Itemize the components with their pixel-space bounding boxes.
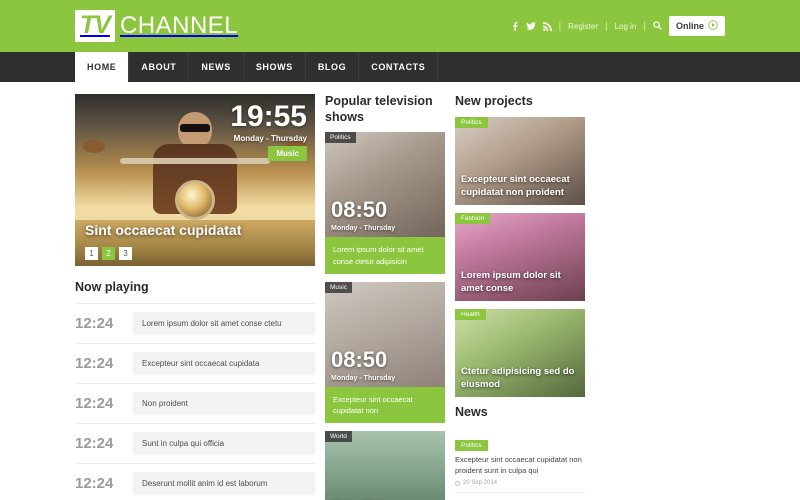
project-title: Lorem ipsum dolor sit amet conse [461, 270, 561, 294]
now-playing-title: Now playing [75, 280, 149, 294]
news-text: Excepteur sint occaecat cupidatat non pr… [455, 455, 582, 476]
main-navigation: HOME ABOUT NEWS SHOWS BLOG CONTACTS [0, 52, 800, 82]
now-playing-time: 12:24 [75, 474, 114, 492]
hero-time: 19:55 [230, 100, 307, 133]
project-card[interactable]: Politics Excepteur sint occaecat cupidata… [455, 116, 585, 205]
popular-show-time: 08:50 [331, 197, 388, 223]
now-playing-label: Non proident [133, 391, 315, 415]
nav-item-home[interactable]: HOME [75, 52, 130, 82]
new-projects-title: New projects [455, 94, 533, 108]
motorcycle-mirror-left [83, 140, 105, 153]
nav-item-news[interactable]: NEWS [189, 52, 244, 82]
facebook-icon[interactable] [511, 21, 519, 31]
project-card[interactable]: Health Ctetur adipisicing sed do eiusmod [455, 308, 585, 397]
news-title: News [455, 404, 488, 419]
news-category-badge: Politics [455, 440, 488, 452]
now-playing-row[interactable]: 12:24 Deserunt mollit anim id est laborum [75, 462, 315, 500]
online-button-label: Online [675, 21, 704, 31]
hero-page-2[interactable]: 2 [102, 247, 115, 260]
now-playing-time: 12:24 [75, 314, 114, 332]
news-date: 20 Sep 2014 [455, 480, 585, 486]
hero-category-badge: Music [268, 146, 307, 161]
popular-show-card[interactable]: Music 08:50 Monday - Thursday Excepteur sin… [325, 281, 445, 424]
hero-days: Monday - Thursday [233, 134, 307, 143]
now-playing-time: 12:24 [75, 354, 114, 372]
page-root: TV CHANNEL | Register | Log in | Online … [0, 0, 800, 500]
column-middle: Popular television shows Politics 08:50 Mo… [325, 94, 445, 500]
now-playing-row[interactable]: 12:24 Sunt in culpa qui officia [75, 422, 315, 463]
popular-show-card[interactable]: World08:50Monday - ThursdaySunt in culpa… [325, 431, 445, 500]
hero-page-1[interactable]: 1 [85, 247, 98, 260]
popular-show-thumbnail: Politics 08:50 Monday - Thursday [325, 132, 445, 238]
nav-item-shows[interactable]: SHOWS [244, 52, 306, 82]
now-playing-time: 12:24 [75, 434, 114, 452]
now-playing-time: 12:24 [75, 394, 114, 412]
column-left: 19:55 Monday - Thursday Music Sint occae… [75, 94, 315, 500]
popular-shows-list: Politics 08:50 Monday - Thursday Lorem ipsu… [325, 132, 445, 500]
header-separator-2: | [604, 20, 608, 32]
search-icon[interactable] [653, 17, 662, 35]
project-title: Ctetur adipisicing sed do eiusmod [461, 366, 575, 390]
project-title: Excepteur sint occaecat cupidatat non pr… [461, 174, 570, 198]
popular-show-category-badge: Music [325, 281, 352, 293]
popular-show-category-badge: World [325, 431, 352, 443]
clock-icon [455, 480, 460, 486]
news-item[interactable]: Politics Excepteur sint occaecat cupidata… [455, 427, 585, 492]
project-category-badge: Politics [455, 116, 488, 128]
header-separator-1: | [558, 20, 562, 32]
now-playing-row[interactable]: 12:24 Excepteur sint occaecat cupidata [75, 342, 315, 383]
site-header: TV CHANNEL | Register | Log in | Online [0, 0, 800, 52]
project-category-badge: Health [455, 308, 486, 320]
column-right: New projects Politics Excepteur sint occa… [455, 94, 585, 500]
news-list: Politics Excepteur sint occaecat cupidata… [455, 427, 585, 500]
news-date-text: 20 Sep 2014 [463, 480, 498, 486]
play-circle-icon [708, 20, 718, 32]
register-link[interactable]: Register [568, 22, 598, 31]
new-projects-list: Politics Excepteur sint occaecat cupidata… [455, 116, 585, 397]
popular-show-caption: Lorem ipsum dolor sit amet conse ctetur … [325, 237, 445, 274]
project-card[interactable]: Fashion Lorem ipsum dolor sit amet conse [455, 212, 585, 301]
hero-schedule: 19:55 Monday - Thursday [230, 100, 307, 144]
popular-show-category-badge: Politics [325, 132, 356, 144]
nav-item-blog[interactable]: BLOG [306, 52, 360, 82]
hero-title: Sint occaecat cupidatat [85, 222, 242, 238]
news-item[interactable]: Politics [455, 492, 585, 500]
motorcycle-handlebar [120, 158, 270, 164]
popular-show-days: Monday - Thursday [331, 374, 396, 382]
hero-slider[interactable]: 19:55 Monday - Thursday Music Sint occae… [75, 94, 315, 266]
popular-show-thumbnail: Music 08:50 Monday - Thursday [325, 281, 445, 387]
header-utilities: | Register | Log in | Online [511, 16, 725, 36]
site-logo[interactable]: TV CHANNEL [75, 10, 238, 42]
twitter-icon[interactable] [525, 21, 536, 31]
hero-page-3[interactable]: 3 [119, 247, 132, 260]
popular-shows-title: Popular television shows [325, 94, 433, 124]
now-playing-row[interactable]: 12:24 Non proident [75, 382, 315, 423]
logo-badge: TV [75, 10, 115, 42]
now-playing-row[interactable]: 12:24 Lorem ipsum dolor sit amet conse ct… [75, 302, 315, 343]
popular-show-caption: Excepteur sint occaecat cupidatat non [325, 386, 445, 424]
project-category-badge: Fashion [455, 212, 491, 224]
nav-item-contacts[interactable]: CONTACTS [359, 52, 439, 82]
now-playing-label: Lorem ipsum dolor sit amet conse ctetu [133, 311, 315, 335]
popular-show-card[interactable]: Politics 08:50 Monday - Thursday Lorem ipsu… [325, 132, 445, 274]
now-playing-label: Excepteur sint occaecat cupidata [133, 351, 315, 375]
motorcycle-headlight [175, 180, 215, 220]
logo-text: CHANNEL [119, 12, 239, 39]
popular-show-thumbnail: World08:50Monday - Thursday [325, 431, 445, 500]
now-playing-list: 12:24 Lorem ipsum dolor sit amet conse ct… [75, 302, 315, 500]
popular-show-time: 08:50 [331, 346, 388, 372]
online-button[interactable]: Online [668, 16, 725, 36]
rss-icon[interactable] [542, 21, 552, 31]
page-content: 19:55 Monday - Thursday Music Sint occae… [75, 82, 725, 500]
nav-item-about[interactable]: ABOUT [129, 52, 190, 82]
popular-show-days: Monday - Thursday [331, 225, 396, 233]
hero-pagination[interactable]: 123 [85, 247, 132, 260]
now-playing-label: Sunt in culpa qui officia [133, 431, 315, 455]
header-separator-3: | [643, 20, 646, 32]
now-playing-label: Deserunt mollit anim id est laborum [133, 471, 315, 495]
login-link[interactable]: Log in [615, 22, 637, 31]
